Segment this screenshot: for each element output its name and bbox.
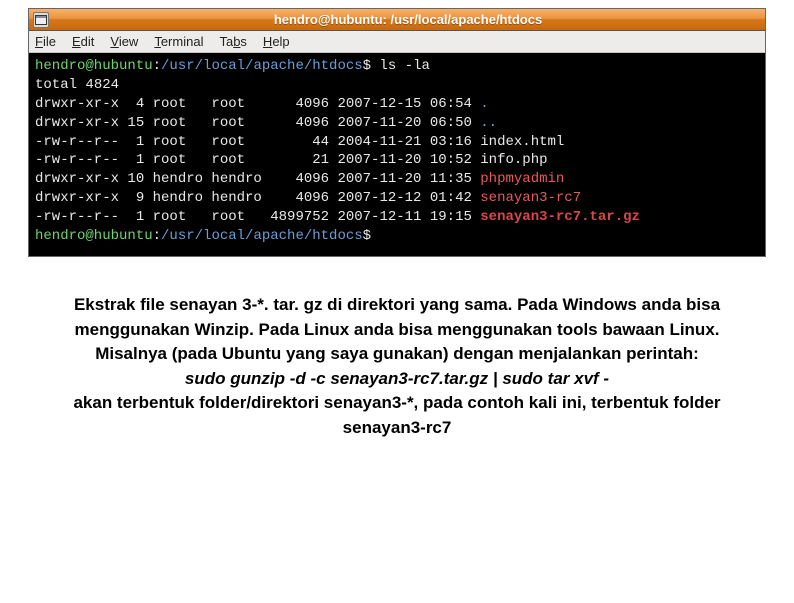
ls-filename: .. [480, 115, 497, 131]
prompt-path: /usr/local/apache/htdocs [161, 58, 363, 74]
menu-terminal[interactable]: Terminal [154, 34, 203, 49]
menu-edit[interactable]: Edit [72, 34, 94, 49]
caption-block: Ekstrak file senayan 3-*. tar. gz di dir… [56, 293, 738, 441]
ls-row: drwxr-xr-x 4 root root 4096 2007-12-15 0… [35, 95, 759, 114]
menubar: File Edit View Terminal Tabs Help [29, 31, 765, 53]
menu-help[interactable]: Help [263, 34, 290, 49]
terminal-window: hendro@hubuntu: /usr/local/apache/htdocs… [28, 8, 766, 257]
terminal-icon [33, 12, 49, 28]
ls-row: -rw-r--r-- 1 root root 21 2007-11-20 10:… [35, 151, 759, 170]
prompt-sep: : [153, 58, 161, 74]
cmd-text: ls -la [379, 58, 429, 74]
prompt-user-host-2: hendro@hubuntu [35, 228, 153, 244]
ls-filename: senayan3-rc7 [480, 190, 581, 206]
menu-tabs[interactable]: Tabs [219, 34, 246, 49]
prompt-end: $ [363, 58, 380, 74]
ls-filename: index.html [480, 134, 564, 150]
ls-row: drwxr-xr-x 10 hendro hendro 4096 2007-11… [35, 170, 759, 189]
terminal-output[interactable]: hendro@hubuntu:/usr/local/apache/htdocs$… [29, 53, 765, 256]
ls-row: drwxr-xr-x 9 hendro hendro 4096 2007-12-… [35, 189, 759, 208]
prompt-path-2: /usr/local/apache/htdocs [161, 228, 363, 244]
ls-listing: drwxr-xr-x 4 root root 4096 2007-12-15 0… [35, 95, 759, 227]
caption-command: sudo gunzip -d -c senayan3-rc7.tar.gz | … [185, 369, 609, 388]
total-line: total 4824 [35, 77, 119, 93]
caption-paragraph-1: Ekstrak file senayan 3-*. tar. gz di dir… [74, 295, 720, 363]
ls-row: -rw-r--r-- 1 root root 44 2004-11-21 03:… [35, 133, 759, 152]
window-titlebar: hendro@hubuntu: /usr/local/apache/htdocs [29, 9, 765, 31]
ls-filename: senayan3-rc7.tar.gz [480, 209, 640, 225]
ls-row: drwxr-xr-x 15 root root 4096 2007-11-20 … [35, 114, 759, 133]
prompt-user-host: hendro@hubuntu [35, 58, 153, 74]
menu-view[interactable]: View [110, 34, 138, 49]
ls-filename: . [480, 96, 488, 112]
ls-row: -rw-r--r-- 1 root root 4899752 2007-12-1… [35, 208, 759, 227]
ls-filename: phpmyadmin [480, 171, 564, 187]
menu-file[interactable]: File [35, 34, 56, 49]
ls-filename: info.php [480, 152, 547, 168]
window-title: hendro@hubuntu: /usr/local/apache/htdocs [55, 12, 761, 27]
caption-paragraph-2: akan terbentuk folder/direktori senayan3… [73, 393, 720, 437]
